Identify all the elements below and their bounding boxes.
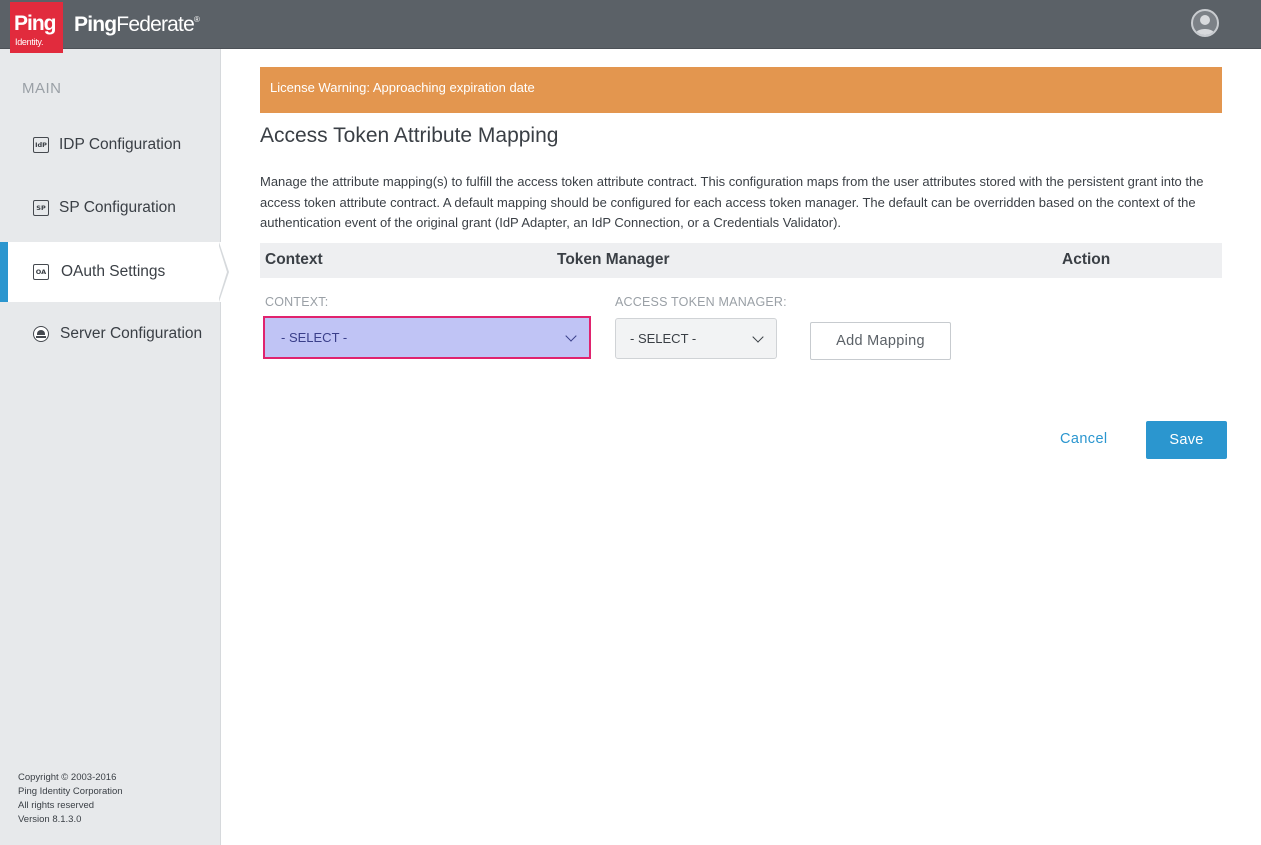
context-label: CONTEXT: <box>265 295 329 309</box>
sp-icon: SP <box>33 200 49 216</box>
save-button[interactable]: Save <box>1146 421 1227 459</box>
sidebar-item-oauth-settings[interactable]: OA OAuth Settings <box>0 242 221 302</box>
context-select-value: - SELECT - <box>281 330 348 345</box>
product-name: PingFederate® <box>74 13 200 37</box>
version-label: Version 8.1.3.0 <box>18 814 82 825</box>
product-name-rest: Federate <box>116 13 194 36</box>
top-bar: Ping Identity. PingFederate® <box>0 0 1261 53</box>
logo-subtext: Identity. <box>15 37 44 47</box>
oauth-icon: OA <box>33 264 49 280</box>
column-header-context: Context <box>265 251 323 268</box>
page-title: Access Token Attribute Mapping <box>260 124 559 147</box>
chevron-down-icon <box>752 331 764 343</box>
copyright-notice: Copyright © 2003-2016 Ping Identity Corp… <box>18 771 123 827</box>
table-header: Context Token Manager Action <box>260 243 1222 278</box>
access-token-manager-label: ACCESS TOKEN MANAGER: <box>615 295 787 309</box>
access-token-manager-select[interactable]: - SELECT - <box>615 318 777 359</box>
copyright-line: Copyright © 2003-2016 <box>18 772 117 783</box>
idp-icon: IdP <box>33 137 49 153</box>
server-icon <box>33 326 49 342</box>
user-avatar-icon[interactable] <box>1191 9 1219 37</box>
registered-mark: ® <box>193 15 200 24</box>
copyright-rights: All rights reserved <box>18 800 95 811</box>
add-mapping-button[interactable]: Add Mapping <box>810 322 951 360</box>
sidebar-item-server-configuration[interactable]: Server Configuration <box>0 304 221 364</box>
sidebar-item-label: Server Configuration <box>60 325 203 342</box>
cancel-button[interactable]: Cancel <box>1060 431 1108 447</box>
context-select[interactable]: - SELECT - <box>263 316 591 359</box>
page-description: Manage the attribute mapping(s) to fulfi… <box>260 174 1204 230</box>
sidebar-item-label: SP Configuration <box>59 199 176 216</box>
column-header-action: Action <box>1062 251 1111 268</box>
sidebar-item-label: OAuth Settings <box>61 263 166 280</box>
column-header-token-manager: Token Manager <box>557 251 670 268</box>
sidebar-item-label: IDP Configuration <box>59 136 182 153</box>
active-item-indicator <box>218 242 229 302</box>
license-warning-banner: License Warning: Approaching expiration … <box>260 67 1222 113</box>
sidebar-item-idp-configuration[interactable]: IdP IDP Configuration <box>0 115 221 175</box>
user-silhouette-icon <box>1195 15 1215 35</box>
ping-identity-logo[interactable]: Ping Identity. <box>10 2 63 53</box>
sidebar-section-label: MAIN <box>22 80 62 97</box>
sidebar-item-sp-configuration[interactable]: SP SP Configuration <box>0 178 221 238</box>
copyright-company: Ping Identity Corporation <box>18 786 123 797</box>
logo-text: Ping <box>14 12 56 35</box>
product-name-bold: Ping <box>74 13 117 36</box>
access-token-manager-select-value: - SELECT - <box>630 331 697 346</box>
sidebar: MAIN IdP IDP Configuration SP SP Configu… <box>0 49 229 845</box>
chevron-down-icon <box>565 330 577 342</box>
